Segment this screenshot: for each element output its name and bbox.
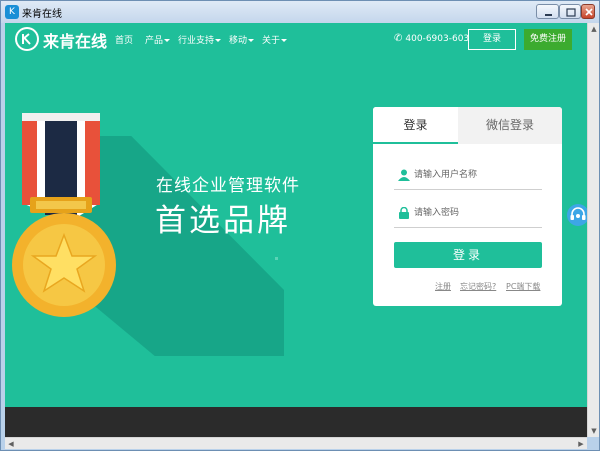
browser-window: K 来肯在线 来肯在线 首页 产品 行业支持 移动 关于 ✆ 400-6903-6… — [0, 0, 600, 451]
slogan-line-2: 首选品牌 — [155, 203, 291, 239]
nav-item-home[interactable]: 首页 — [115, 33, 133, 46]
footer-bar — [5, 407, 587, 437]
lock-icon — [399, 207, 409, 219]
phone-number: 400-6903-603 — [405, 34, 470, 44]
nav-item-industry[interactable]: 行业支持 — [178, 33, 222, 46]
medal-icon — [12, 113, 116, 317]
logo-icon[interactable] — [15, 27, 39, 51]
top-login-button[interactable]: 登录 — [468, 29, 516, 50]
hotline: ✆ 400-6903-603 — [394, 33, 469, 44]
login-submit-button[interactable]: 登录 — [394, 242, 542, 268]
pc-download-link[interactable]: PC端下载 — [506, 281, 540, 292]
nav-item-mobile[interactable]: 移动 — [229, 33, 255, 46]
caret-down-icon — [215, 39, 222, 42]
forgot-password-link[interactable]: 忘记密码? — [460, 281, 496, 292]
password-field — [394, 198, 542, 228]
app-icon: K — [5, 5, 19, 19]
login-card: 登录 微信登录 登录 注册 忘记密码? PC端下载 — [373, 107, 562, 306]
window-title: 来肯在线 — [22, 9, 62, 20]
user-icon — [398, 169, 410, 181]
nav-label: 产品 — [145, 36, 164, 46]
login-tabs: 登录 微信登录 — [373, 107, 562, 144]
caret-down-icon — [248, 39, 255, 42]
register-link[interactable]: 注册 — [435, 281, 451, 292]
decorative-dot — [275, 257, 278, 260]
tab-account-login[interactable]: 登录 — [373, 107, 458, 144]
nav-item-about[interactable]: 关于 — [262, 33, 288, 46]
title-bar[interactable]: K 来肯在线 — [1, 1, 599, 23]
minimize-icon — [545, 14, 552, 16]
caret-down-icon — [281, 39, 288, 42]
close-icon — [585, 8, 593, 16]
password-input[interactable] — [414, 204, 540, 222]
username-input[interactable] — [414, 166, 540, 184]
minimize-button[interactable] — [536, 4, 559, 19]
nav-item-products[interactable]: 产品 — [145, 33, 171, 46]
maximize-icon — [566, 8, 576, 17]
close-button[interactable] — [581, 4, 595, 19]
nav-label: 首页 — [115, 36, 134, 46]
caret-down-icon — [164, 39, 171, 42]
username-field — [394, 160, 542, 190]
vertical-scrollbar[interactable]: ▲ ▼ — [587, 23, 599, 437]
maximize-button[interactable] — [559, 4, 581, 19]
logo-text[interactable]: 来肯在线 — [43, 28, 107, 52]
scroll-left-icon[interactable]: ◀ — [5, 438, 17, 450]
slogan-line-1: 在线企业管理软件 — [156, 176, 300, 196]
headset-icon — [570, 207, 586, 220]
phone-icon: ✆ — [394, 33, 403, 44]
page-content: 来肯在线 首页 产品 行业支持 移动 关于 ✆ 400-6903-603 登录 免… — [5, 23, 587, 437]
nav-label: 移动 — [229, 36, 248, 46]
nav-label: 行业支持 — [178, 36, 215, 46]
tab-wechat-login[interactable]: 微信登录 — [458, 107, 562, 144]
scroll-down-icon[interactable]: ▼ — [588, 425, 600, 437]
scroll-right-icon[interactable]: ▶ — [575, 438, 587, 450]
customer-service-button[interactable] — [567, 204, 587, 226]
scroll-up-icon[interactable]: ▲ — [588, 23, 600, 35]
horizontal-scrollbar[interactable]: ◀ ▶ — [5, 437, 587, 449]
nav-label: 关于 — [262, 36, 281, 46]
free-register-button[interactable]: 免费注册 — [524, 29, 572, 50]
